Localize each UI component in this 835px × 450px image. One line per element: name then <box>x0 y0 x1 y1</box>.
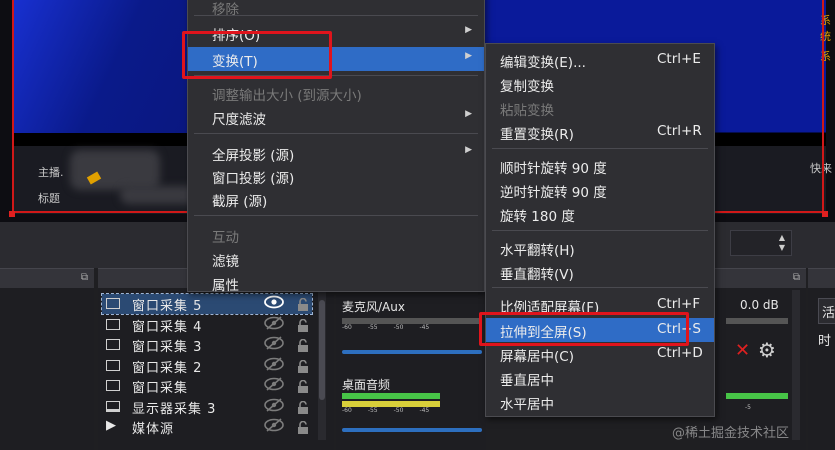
menu-item-fullscreen-projector[interactable]: 全屏投影 (源) ▶ <box>188 141 484 165</box>
window-icon <box>106 318 120 330</box>
menu-item-rotate-180[interactable]: 旋转 180 度 <box>486 202 714 226</box>
monitor-icon <box>106 400 120 412</box>
control-button[interactable]: 活 <box>818 298 835 324</box>
desktop-meter-ticks: -60 -55 -50 -45 <box>342 407 430 414</box>
unlock-icon[interactable] <box>297 400 309 414</box>
eye-hidden-icon[interactable] <box>264 315 284 334</box>
menu-item-scale-filter[interactable]: 尺度滤波 ▶ <box>188 105 484 129</box>
controls-dock-header <box>808 268 835 289</box>
unlock-icon[interactable] <box>297 359 309 373</box>
menu-item-interact[interactable]: 互动 <box>188 223 484 247</box>
menu-item-flip-vertical[interactable]: 垂直翻转(V) <box>486 260 714 284</box>
watermark: @稀土掘金技术社区 <box>672 426 790 441</box>
menu-item-rotate-cw[interactable]: 顺时针旋转 90 度 <box>486 154 714 178</box>
source-name: 窗口采集 2 <box>132 360 203 376</box>
desktop-channel-label: 桌面音频 <box>342 378 391 392</box>
menu-item-copy-transform[interactable]: 复制变换 <box>486 72 714 96</box>
scenes-dock-header: ⧉ <box>0 268 94 289</box>
eye-hidden-icon[interactable] <box>264 418 284 436</box>
menu-item-center-horizontal[interactable]: 水平居中 <box>486 390 714 414</box>
mic-channel-label: 麦克风/Aux <box>342 300 405 314</box>
source-row[interactable]: 窗口采集 3 <box>102 335 312 355</box>
source-row[interactable]: 显示器采集 3 <box>102 397 312 417</box>
menu-item-resize-output[interactable]: 调整输出大小 (到源大小) <box>188 81 484 105</box>
menu-item-window-projector[interactable]: 窗口投影 (源) <box>188 164 484 188</box>
menu-item-flip-horizontal[interactable]: 水平翻转(H) <box>486 236 714 260</box>
submenu-arrow-icon: ▶ <box>465 145 472 155</box>
unlock-icon[interactable] <box>297 379 309 393</box>
source-row[interactable]: ▶ 媒体源 <box>102 417 312 437</box>
right-dock-label: 时 <box>818 334 832 349</box>
source-name: 媒体源 <box>132 422 175 437</box>
mic-db-readout: 0.0 dB <box>740 298 779 312</box>
submenu-arrow-icon: ▶ <box>465 51 472 61</box>
control-button-label: 活 <box>822 306 835 321</box>
desktop-volume-slider[interactable] <box>342 428 482 432</box>
mic-meter-ticks: -60 -55 -50 -45 <box>342 324 430 331</box>
mute-icon[interactable]: ✕ <box>735 340 750 361</box>
eye-hidden-icon[interactable] <box>264 336 284 354</box>
source-name: 窗口采集 <box>132 381 189 396</box>
menu-item-remove[interactable]: 移除 <box>188 0 484 19</box>
menu-item-rotate-ccw[interactable]: 逆时针旋转 90 度 <box>486 178 714 202</box>
window-icon <box>106 339 120 350</box>
transform-submenu: 编辑变换(E)... Ctrl+E 复制变换 粘贴变换 重置变换(R) Ctrl+R… <box>485 43 715 417</box>
mixer-dock-header-right: ⧉ <box>700 268 806 289</box>
spin-up-icon[interactable]: ▲ <box>779 233 785 242</box>
source-row[interactable]: 窗口采集 2 <box>102 356 312 376</box>
window-icon <box>106 380 120 391</box>
menu-item-center-vertical[interactable]: 垂直居中 <box>486 366 714 390</box>
unlock-icon[interactable] <box>297 318 309 332</box>
callout-transform <box>182 31 332 79</box>
menu-item-reset-transform[interactable]: 重置变换(R) Ctrl+R <box>486 120 714 144</box>
desktop-meter-right <box>726 393 788 399</box>
menu-item-paste-transform[interactable]: 粘贴变换 <box>486 96 714 120</box>
source-name: 窗口采集 4 <box>132 319 203 335</box>
sources-scrollbar[interactable] <box>318 290 326 440</box>
desktop-meter-level <box>342 393 440 399</box>
mixer-scrollbar[interactable] <box>792 290 800 440</box>
eye-hidden-icon[interactable] <box>264 356 284 375</box>
scenes-dock <box>0 288 94 450</box>
window-icon <box>106 298 120 309</box>
resize-handle-bottom-right[interactable] <box>822 211 828 217</box>
play-icon: ▶ <box>106 418 116 433</box>
eye-icon[interactable] <box>264 295 284 313</box>
unlock-icon[interactable] <box>297 297 309 311</box>
source-row[interactable]: 窗口采集 <box>102 376 312 396</box>
source-name: 显示器采集 3 <box>132 401 217 417</box>
window-icon <box>106 359 120 371</box>
mic-meter-right <box>726 318 788 324</box>
spin-down-icon[interactable]: ▼ <box>779 243 785 252</box>
undock-icon[interactable]: ⧉ <box>793 272 800 283</box>
source-name: 窗口采集 3 <box>132 340 203 355</box>
callout-stretch-screen <box>479 312 689 346</box>
source-name: 窗口采集 5 <box>132 299 203 314</box>
submenu-arrow-icon: ▶ <box>465 109 472 119</box>
source-row[interactable]: 窗口采集 5 <box>101 293 313 315</box>
eye-hidden-icon[interactable] <box>264 377 284 395</box>
gear-icon[interactable]: ⚙ <box>758 338 776 362</box>
menu-item-properties[interactable]: 属性 <box>188 271 484 295</box>
spinbox[interactable]: ▲ ▼ <box>730 230 792 256</box>
undock-icon[interactable]: ⧉ <box>81 272 88 283</box>
unlock-icon[interactable] <box>297 338 309 352</box>
menu-item-edit-transform[interactable]: 编辑变换(E)... Ctrl+E <box>486 48 714 72</box>
eye-hidden-icon[interactable] <box>264 397 284 416</box>
source-row[interactable]: 窗口采集 4 <box>102 315 312 335</box>
mic-volume-slider[interactable] <box>342 350 482 354</box>
right-meter-tick: -5 <box>745 404 751 411</box>
menu-item-screenshot[interactable]: 截屏 (源) <box>188 187 484 211</box>
submenu-arrow-icon: ▶ <box>465 25 472 35</box>
menu-item-filters[interactable]: 滤镜 <box>188 247 484 271</box>
unlock-icon[interactable] <box>297 420 309 434</box>
resize-handle-bottom-left[interactable] <box>9 211 15 217</box>
